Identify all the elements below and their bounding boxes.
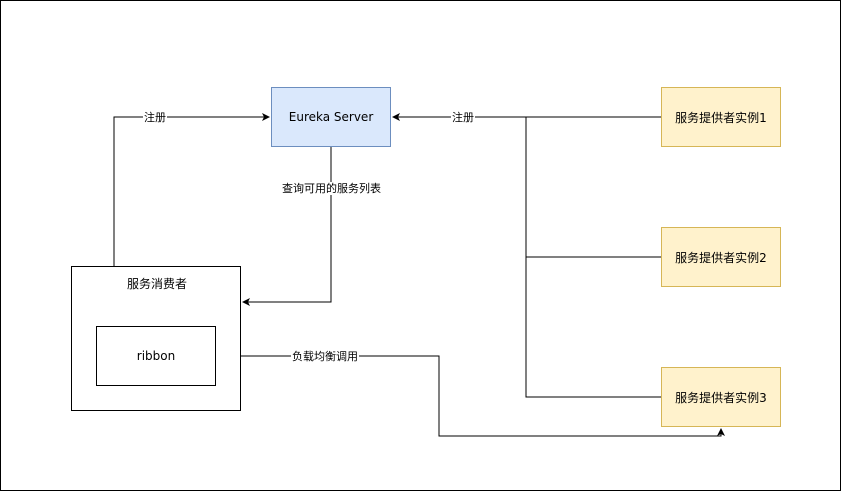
consumer-register-label: 注册 (143, 111, 167, 124)
provider3-branch-edge (525, 257, 661, 398)
provider-3-label: 服务提供者实例3 (675, 390, 767, 405)
query-services-edge (242, 147, 332, 306)
eureka-server-label: Eureka Server (288, 110, 374, 124)
diagram-canvas: Eureka Server 服务提供者实例1 服务提供者实例2 服务提供者实例3… (0, 0, 841, 491)
load-balance-edge (216, 355, 725, 437)
consumer-register-edge (113, 113, 270, 266)
query-services-label: 查询可用的服务列表 (281, 182, 382, 195)
load-balance-label: 负载均衡调用 (291, 350, 359, 363)
consumer-label: 服务消费者 (127, 277, 188, 291)
ribbon-node: ribbon (96, 326, 216, 386)
provider-1-label: 服务提供者实例1 (675, 110, 767, 125)
provider-register-label: 注册 (451, 111, 475, 124)
provider2-branch-edge (525, 117, 661, 258)
ribbon-label: ribbon (136, 349, 176, 363)
eureka-server-node: Eureka Server (271, 87, 391, 147)
provider-3-node: 服务提供者实例3 (661, 367, 781, 427)
provider-1-node: 服务提供者实例1 (661, 87, 781, 147)
provider-2-label: 服务提供者实例2 (675, 250, 767, 265)
provider-2-node: 服务提供者实例2 (661, 227, 781, 287)
